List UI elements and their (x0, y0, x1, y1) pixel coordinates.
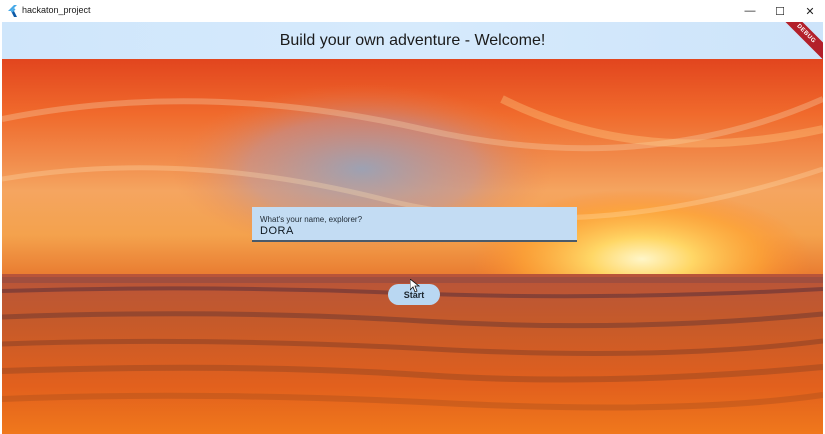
app-window: hackaton_project — ☐ ✕ Build your own ad… (0, 0, 825, 434)
page-title: Build your own adventure - Welcome! (279, 31, 546, 49)
mouse-cursor-icon (410, 279, 420, 293)
sunset-beach-background (2, 59, 823, 434)
window-title: hackaton_project (22, 5, 91, 15)
name-input-value[interactable]: DORA (260, 225, 294, 237)
maximize-button[interactable]: ☐ (765, 0, 795, 22)
app-bar: Build your own adventure - Welcome! (2, 22, 823, 59)
flutter-logo-icon (8, 5, 17, 17)
window-controls: — ☐ ✕ (735, 0, 825, 22)
name-input[interactable]: What's your name, explorer? DORA (252, 207, 577, 242)
close-button[interactable]: ✕ (795, 0, 825, 22)
name-input-label: What's your name, explorer? (260, 215, 363, 224)
minimize-button[interactable]: — (735, 0, 765, 22)
app-body: Build your own adventure - Welcome! DEBU… (2, 22, 823, 434)
window-titlebar[interactable]: hackaton_project — ☐ ✕ (0, 0, 825, 22)
